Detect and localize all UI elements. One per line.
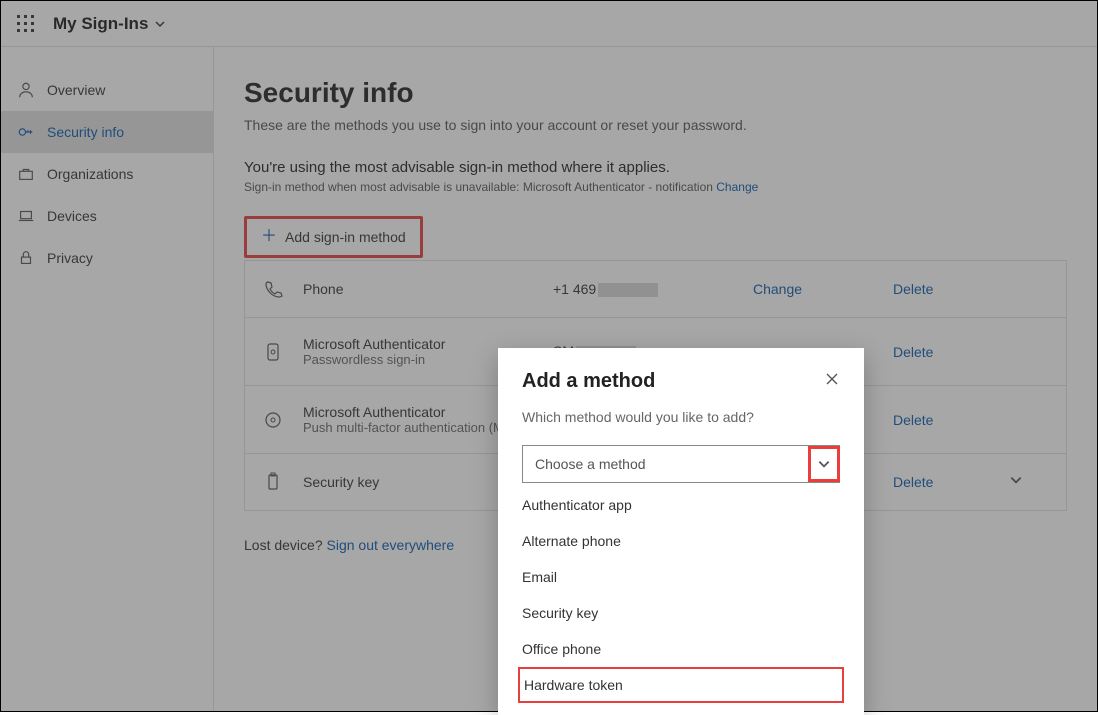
method-select[interactable]: Choose a method xyxy=(522,445,840,483)
option-email[interactable]: Email xyxy=(498,559,864,595)
sidebar-item-label: Privacy xyxy=(47,250,93,266)
method-name: Microsoft Authenticator xyxy=(303,404,445,420)
method-name: Microsoft Authenticator xyxy=(303,336,445,352)
page-title: Security info xyxy=(244,77,1067,109)
add-button-label: Add sign-in method xyxy=(285,229,406,245)
sidebar-item-label: Overview xyxy=(47,82,105,98)
method-row-phone: Phone +1 469 Change Delete xyxy=(245,261,1066,317)
option-security-key[interactable]: Security key xyxy=(498,595,864,631)
option-hardware-token[interactable]: Hardware token xyxy=(518,667,844,703)
close-icon xyxy=(824,371,840,387)
method-name: Phone xyxy=(303,281,343,297)
modal-title: Add a method xyxy=(522,370,655,393)
chevron-down-icon xyxy=(817,457,831,471)
sidebar-item-privacy[interactable]: Privacy xyxy=(1,237,213,279)
key-icon xyxy=(17,123,35,141)
sidebar-item-devices[interactable]: Devices xyxy=(1,195,213,237)
delete-link[interactable]: Delete xyxy=(893,281,993,297)
laptop-icon xyxy=(17,207,35,225)
sidebar: Overview Security info Organizations Dev… xyxy=(1,47,214,711)
expand-toggle[interactable] xyxy=(993,473,1023,492)
method-options-list: Authenticator app Alternate phone Email … xyxy=(498,483,864,715)
chevron-down-icon xyxy=(154,18,166,30)
option-office-phone[interactable]: Office phone xyxy=(498,631,864,667)
authenticator-icon xyxy=(263,342,283,362)
add-method-highlight: ＋ Add sign-in method xyxy=(244,216,423,258)
brand-label: My Sign-Ins xyxy=(53,14,148,34)
delete-link[interactable]: Delete xyxy=(893,474,993,490)
change-default-link[interactable]: Change xyxy=(716,180,758,194)
select-chevron-highlight xyxy=(808,446,840,482)
sidebar-item-label: Devices xyxy=(47,208,97,224)
brand-dropdown[interactable]: My Sign-Ins xyxy=(53,14,166,34)
top-bar: My Sign-Ins xyxy=(1,1,1097,47)
close-button[interactable] xyxy=(824,371,840,392)
sidebar-item-overview[interactable]: Overview xyxy=(1,69,213,111)
lost-label: Lost device? xyxy=(244,537,327,553)
sidebar-item-organizations[interactable]: Organizations xyxy=(1,153,213,195)
advisable-text: You're using the most advisable sign-in … xyxy=(244,159,1067,176)
add-sign-in-method-button[interactable]: ＋ Add sign-in method xyxy=(247,219,420,255)
delete-link[interactable]: Delete xyxy=(893,412,993,428)
app-launcher-icon[interactable] xyxy=(17,15,35,33)
usb-key-icon xyxy=(263,472,283,492)
sidebar-item-label: Security info xyxy=(47,124,124,140)
chevron-down-icon xyxy=(1009,473,1023,487)
redacted-block xyxy=(598,283,658,297)
sign-out-everywhere-link[interactable]: Sign out everywhere xyxy=(327,537,455,553)
method-name: Security key xyxy=(303,474,379,490)
advisable-sub-label: Sign-in method when most advisable is un… xyxy=(244,180,716,194)
advisable-subtext: Sign-in method when most advisable is un… xyxy=(244,180,1067,194)
briefcase-icon xyxy=(17,165,35,183)
option-alternate-phone[interactable]: Alternate phone xyxy=(498,523,864,559)
modal-question: Which method would you like to add? xyxy=(498,401,864,445)
authenticator-icon xyxy=(263,410,283,430)
change-link[interactable]: Change xyxy=(753,281,893,297)
page-subtitle: These are the methods you use to sign in… xyxy=(244,117,1067,133)
select-placeholder: Choose a method xyxy=(535,456,646,472)
person-icon xyxy=(17,81,35,99)
add-method-modal: Add a method Which method would you like… xyxy=(498,348,864,715)
option-authenticator-app[interactable]: Authenticator app xyxy=(498,487,864,523)
sidebar-item-security[interactable]: Security info xyxy=(1,111,213,153)
sidebar-item-label: Organizations xyxy=(47,166,133,182)
lock-icon xyxy=(17,249,35,267)
phone-icon xyxy=(263,279,283,299)
plus-icon: ＋ xyxy=(261,229,277,245)
delete-link[interactable]: Delete xyxy=(893,344,993,360)
method-value: +1 469 xyxy=(553,281,753,297)
